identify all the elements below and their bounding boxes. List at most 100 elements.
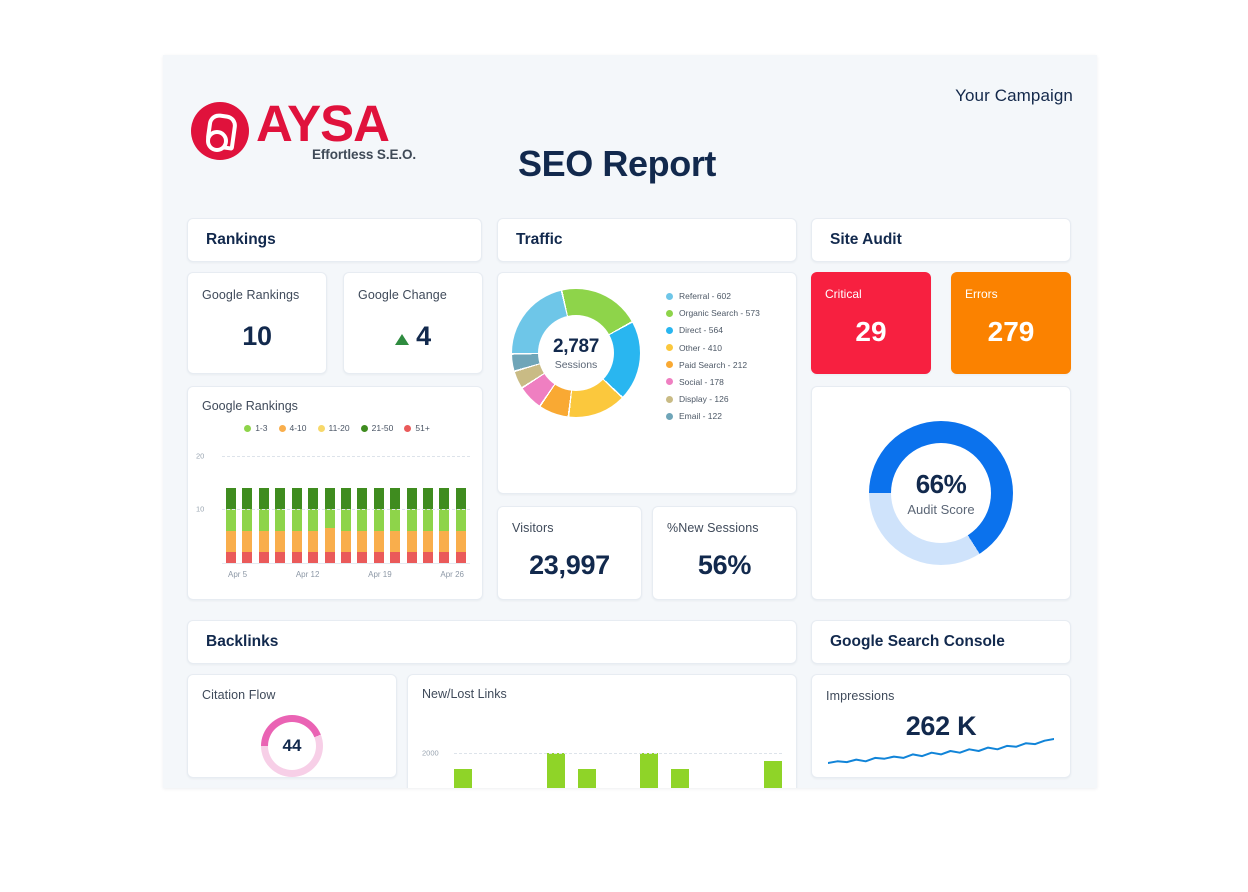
audit-score-label: Audit Score [907, 502, 975, 517]
logo-tagline: Effortless S.E.O. [312, 147, 417, 162]
donut-legend-label: Display - 126 [679, 394, 729, 405]
chart-gridline [454, 753, 782, 755]
chart-bar [406, 487, 417, 563]
legend-color-swatch [666, 412, 673, 420]
legend-item: 51+ [404, 423, 430, 433]
card-google-rankings: Google Rankings 10 [187, 272, 327, 374]
donut-center-label: Sessions [554, 358, 598, 371]
chart-bar-segment [455, 509, 466, 531]
chart-xtick-label: Apr 26 [440, 570, 464, 579]
chart-bar-segment [291, 530, 302, 553]
impressions-sparkline [828, 737, 1054, 765]
donut-legend: Referral - 602 Organic Search - 573 Direct… [666, 291, 760, 421]
chart-new-lost-links: New/Lost Links 10002000 [407, 674, 797, 788]
chart-bar-segment [340, 530, 351, 553]
chart-bar-segment [423, 530, 434, 553]
chart-bar-segment [258, 552, 269, 563]
errors-value: 279 [987, 316, 1035, 347]
chart-ytick-label: 2000 [422, 748, 439, 758]
chart-legend-rankings: 1-3 4-10 11-20 21-50 51+ [202, 423, 472, 433]
section-header-rankings-label: Rankings [206, 231, 276, 248]
arrow-up-icon [395, 334, 410, 345]
chart-bar [226, 487, 236, 563]
chart-bar-segment [406, 509, 417, 531]
chart-xaxis-rankings: Apr 5 Apr 12 Apr 19 Apr 26 [222, 570, 470, 579]
chart-google-rankings: Google Rankings 1-3 4-10 11-20 21-50 51+ Apr… [187, 386, 483, 600]
chart-bar-segment [406, 487, 417, 510]
audit-score-value: 66% [915, 469, 967, 499]
chart-bar-segment [390, 487, 401, 510]
donut-legend-item: Organic Search - 573 [666, 308, 760, 318]
legend-item: 4-10 [278, 423, 307, 433]
donut-legend-label: Other - 410 [679, 342, 722, 353]
chart-new-lost-links-title: New/Lost Links [422, 687, 507, 701]
card-new-sessions: %New Sessions 56% [652, 506, 797, 600]
donut-chart: 2,787 Sessions [512, 289, 640, 417]
chart-bar [485, 733, 503, 788]
card-impressions: Impressions 262 K [811, 674, 1071, 778]
chart-bar-segment [242, 487, 253, 510]
chart-plot-area-new-lost [454, 733, 782, 788]
chart-bar-segment [242, 530, 253, 553]
chart-bar-segment [226, 487, 236, 510]
chart-bar [578, 733, 596, 788]
legend-item: 21-50 [360, 423, 393, 433]
citation-flow-label: Citation Flow [202, 688, 276, 702]
chart-bar [242, 487, 253, 563]
citation-flow-center: 44 [268, 722, 316, 770]
donut-legend-item: Other - 410 [666, 343, 760, 353]
visitors-value: 23,997 [529, 550, 610, 580]
chart-bar [671, 733, 689, 788]
chart-traffic-sources: 2,787 Sessions Referral - 602 Organic Sea… [497, 272, 797, 494]
visitors-label: Visitors [512, 521, 554, 535]
audit-score-center: 66% Audit Score [891, 443, 991, 543]
chart-bar [390, 487, 401, 563]
chart-bar-segment [373, 487, 384, 510]
chart-bar-segment [439, 509, 450, 531]
section-header-backlinks-label: Backlinks [206, 633, 279, 650]
legend-item-label: 11-20 [328, 423, 350, 433]
chart-bar-segment [357, 552, 368, 563]
donut-center-value: 2,787 [552, 335, 600, 357]
logo-text-block: AYSA Effortless S.E.O. [256, 98, 417, 162]
new-sessions-value: 56% [697, 550, 752, 580]
citation-flow-value: 44 [282, 736, 302, 755]
chart-bar-segment [226, 509, 236, 531]
chart-bar-segment [226, 552, 236, 563]
section-header-site-audit-label: Site Audit [830, 231, 902, 248]
report-page: Your Campaign AYSA Effortless S.E.O. SEO… [163, 55, 1097, 788]
donut-legend-item: Social - 178 [666, 377, 760, 387]
donut-legend-label: Paid Search - 212 [679, 359, 748, 370]
chart-bar-segment [324, 552, 335, 563]
donut-legend-label: Referral - 602 [679, 291, 731, 301]
chart-bar-new [764, 760, 782, 788]
donut-center: 2,787 Sessions [538, 315, 614, 391]
impressions-label: Impressions [826, 689, 895, 703]
chart-gridline [222, 509, 470, 511]
critical-label: Critical [825, 287, 862, 301]
legend-color-swatch [666, 344, 673, 352]
chart-bar-segment [357, 487, 368, 510]
chart-bar-segment [390, 552, 401, 563]
chart-bar-segment [324, 487, 335, 510]
chart-bar-segment [308, 530, 319, 553]
card-errors: Errors 279 [951, 272, 1071, 374]
chart-bar [258, 487, 269, 563]
chart-bar-segment [423, 487, 434, 510]
google-change-label: Google Change [358, 288, 447, 302]
legend-color-swatch [666, 395, 673, 403]
card-audit-score: 66% Audit Score [811, 386, 1071, 600]
chart-bar-segment [455, 552, 466, 563]
chart-bar-segment [357, 509, 368, 531]
donut-legend-item: Paid Search - 212 [666, 360, 760, 370]
chart-bar [324, 487, 335, 563]
chart-bar [357, 487, 368, 563]
legend-color-swatch [666, 292, 673, 300]
chart-bar [291, 487, 302, 563]
legend-color-swatch [317, 424, 325, 432]
chart-bar-segment [308, 487, 319, 510]
chart-gridline [222, 455, 470, 457]
legend-item-label: 51+ [415, 423, 430, 433]
donut-legend-item: Referral - 602 [666, 291, 760, 301]
chart-bar-segment [291, 487, 302, 510]
